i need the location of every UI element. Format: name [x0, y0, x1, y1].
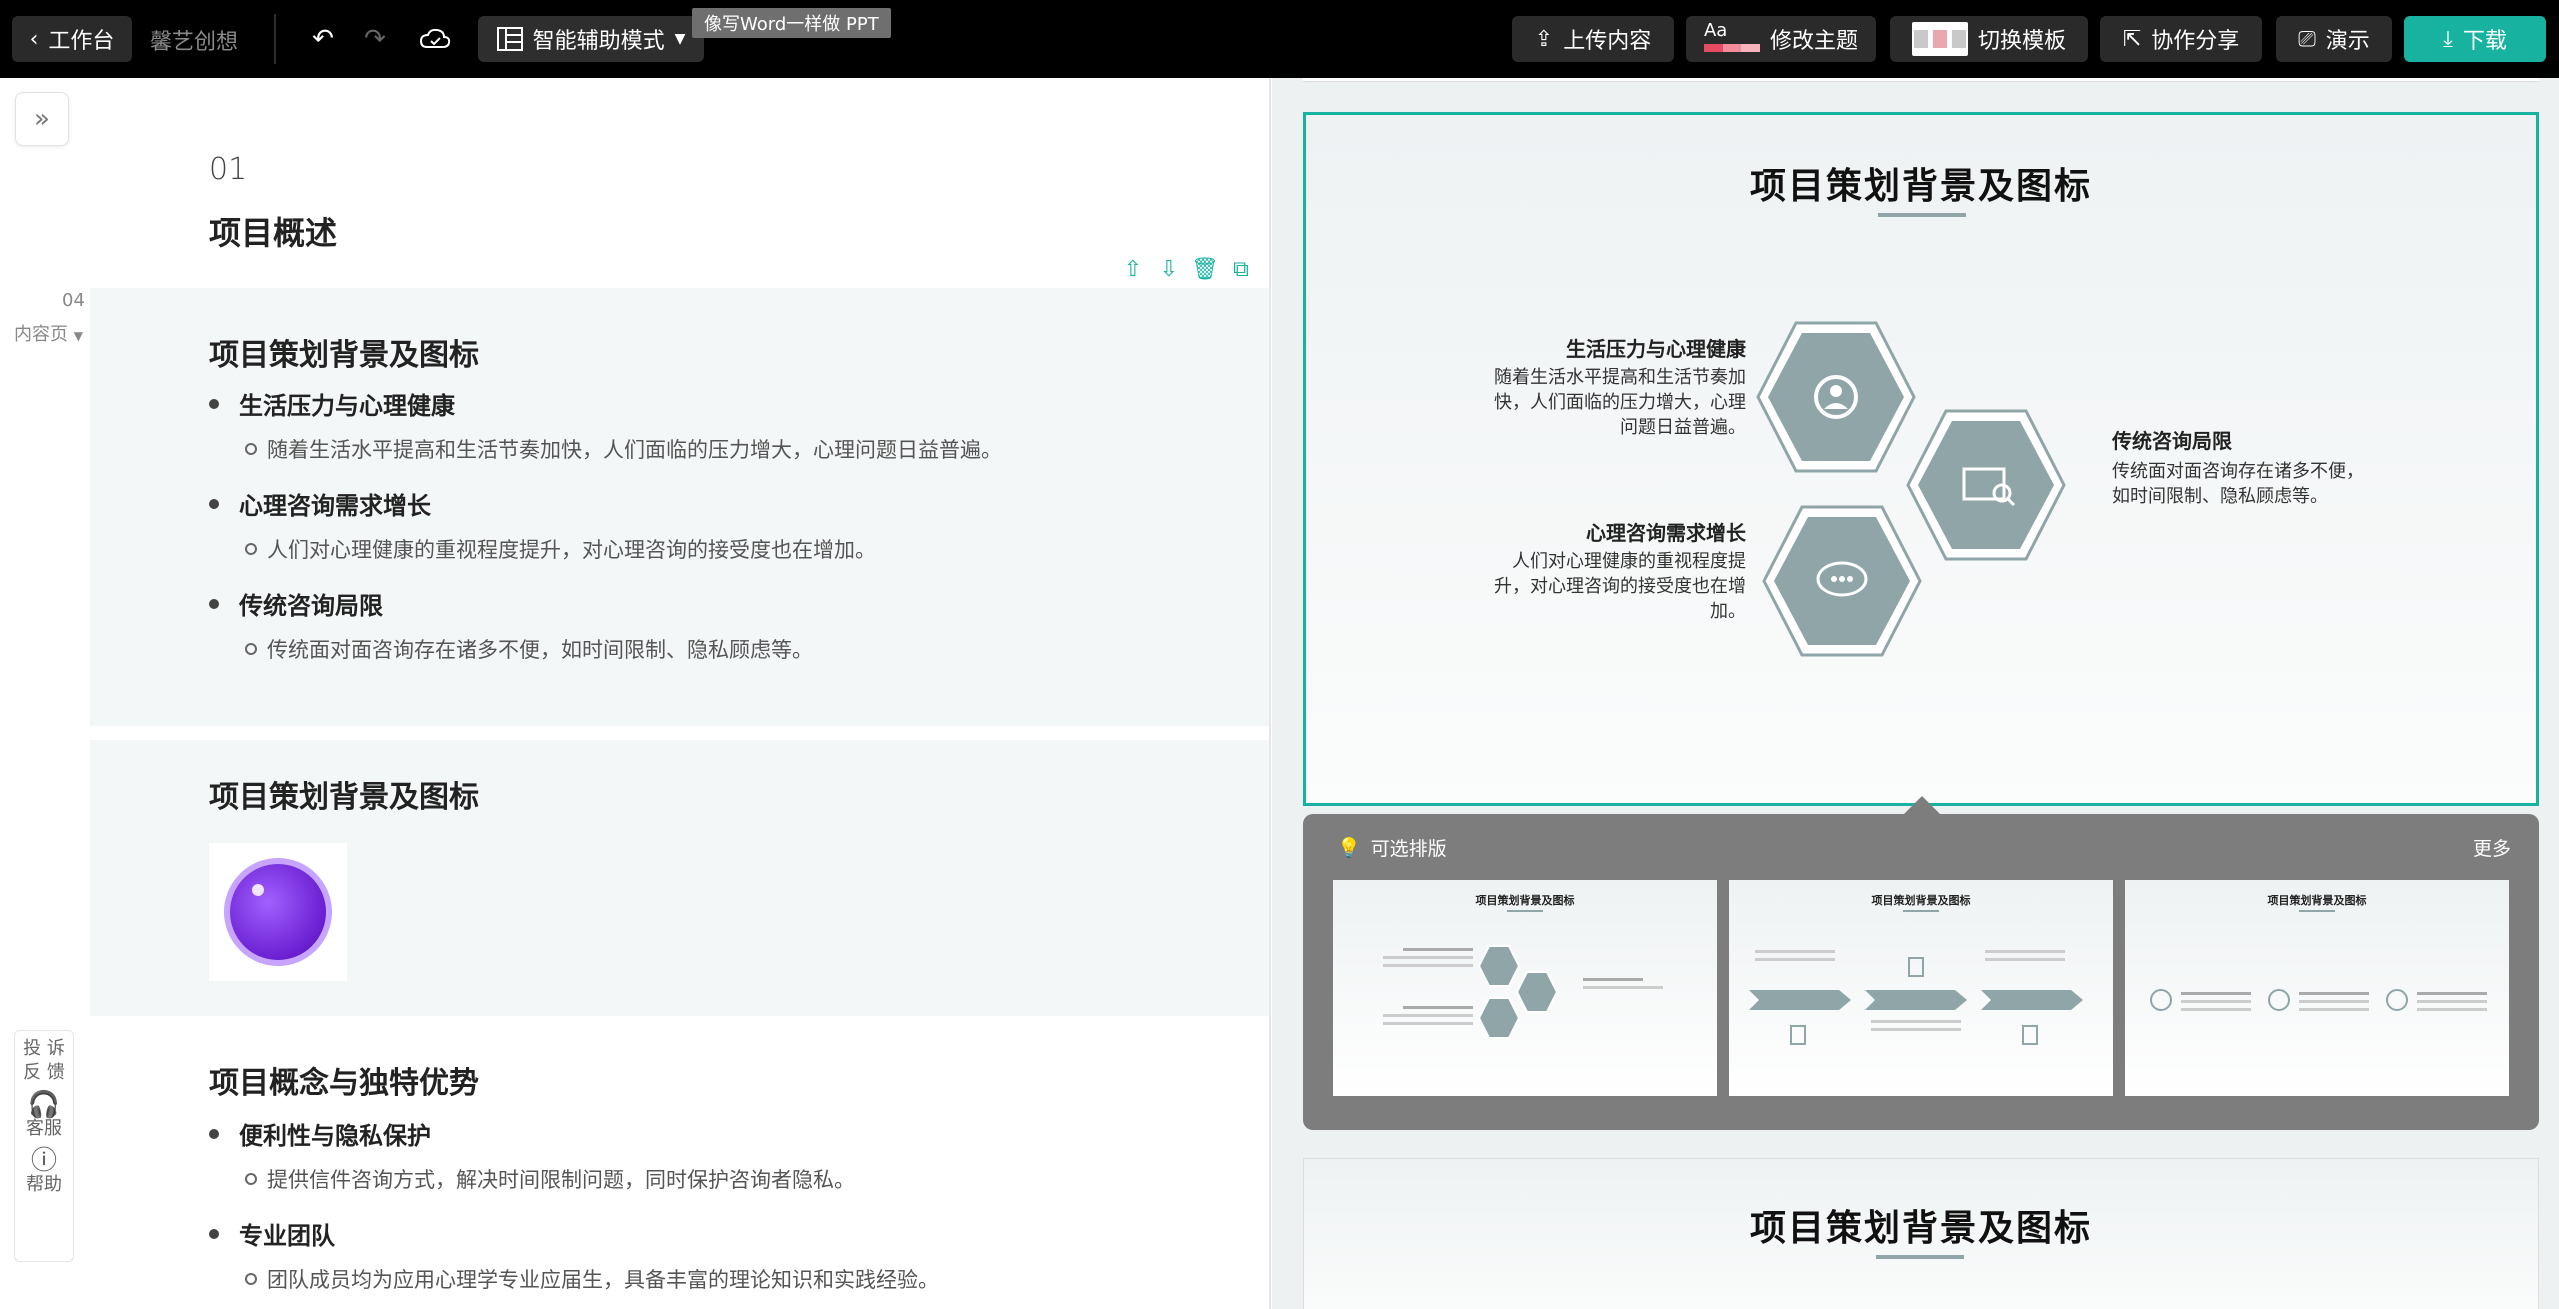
- layout-options-panel: 💡 可选排版 更多 项目策划背景及图标 项目策划背景及图标 项目策划背景及图标: [1303, 814, 2539, 1130]
- bullet-item[interactable]: 传统咨询局限: [209, 586, 383, 621]
- share-icon: ⇱: [2122, 26, 2142, 52]
- upload-content-button[interactable]: ⇪ 上传内容: [1512, 16, 1674, 62]
- double-chevron-right-icon: »: [34, 104, 50, 134]
- layout-option-arrows[interactable]: 项目策划背景及图标: [1729, 880, 2113, 1096]
- question-circle-icon: ⓘ: [30, 1146, 57, 1176]
- page-type-dropdown[interactable]: 内容页 ▼: [14, 320, 83, 346]
- section-title[interactable]: 项目概述: [209, 208, 337, 254]
- layout-header: 💡 可选排版: [1337, 837, 1447, 860]
- hexagon-chat-icon: [1762, 505, 1922, 657]
- move-up-icon[interactable]: ⇧: [1122, 257, 1144, 282]
- bullet-item[interactable]: 心理咨询需求增长: [209, 486, 431, 521]
- hexagon-people-icon: [1756, 321, 1916, 473]
- present-button[interactable]: ⎚ 演示: [2276, 16, 2392, 62]
- upload-icon: ⇪: [1534, 26, 1554, 52]
- assist-mode-dropdown[interactable]: 智能辅助模式 ▼: [478, 16, 704, 62]
- redo-icon[interactable]: ↷: [358, 22, 392, 56]
- bullet-item[interactable]: 生活压力与心理健康: [209, 386, 455, 421]
- duplicate-icon[interactable]: ⧉: [1230, 257, 1252, 282]
- layout-option-hexagon[interactable]: 项目策划背景及图标: [1333, 880, 1717, 1096]
- image-thumbnail[interactable]: [209, 843, 347, 981]
- lightbulb-icon: 💡: [1337, 837, 1361, 859]
- share-label: 协作分享: [2151, 29, 2240, 54]
- upload-label: 上传内容: [1563, 29, 1652, 54]
- template-thumbnail-icon: [1911, 22, 1968, 56]
- mode-tooltip: 像写Word一样做 PPT: [692, 8, 891, 38]
- sub-item[interactable]: 提供信件咨询方式，解决时间限制问题，同时保护咨询者隐私。: [245, 1164, 855, 1194]
- previous-slide-edge[interactable]: [1303, 78, 2539, 82]
- slide-item-title: 传统咨询局限: [2112, 429, 2232, 453]
- title-underline: [1876, 1255, 1964, 1259]
- slide-item-title: 心理咨询需求增长: [1586, 521, 1746, 545]
- current-slide[interactable]: 项目策划背景及图标 生活压力与心理健康 随着生活水平提高和生活节奏加 快，人们面临…: [1303, 112, 2539, 806]
- title-underline: [1878, 213, 1966, 217]
- slide-title: 项目策划背景及图标: [1749, 1208, 2092, 1249]
- popover-arrow: [1902, 796, 1942, 816]
- moon-image: [224, 858, 332, 966]
- expand-sidebar-button[interactable]: »: [15, 92, 69, 146]
- bullet-item[interactable]: 便利性与隐私保护: [209, 1116, 431, 1151]
- sub-item[interactable]: 随着生活水平提高和生活节奏加快，人们面临的压力增大，心理问题日益普遍。: [245, 434, 1002, 464]
- hexagon-search-doc-icon: [1906, 409, 2066, 561]
- document-name[interactable]: 馨艺创想: [150, 24, 238, 56]
- slide-item-text: 随着生活水平提高和生活节奏加 快，人们面临的压力增大，心理 问题日益普遍。: [1494, 367, 1746, 438]
- theme-swatch-icon: Aa: [1703, 22, 1760, 56]
- sub-item[interactable]: 团队成员均为应用心理学专业应届生，具备丰富的理论知识和实践经验。: [245, 1264, 939, 1294]
- sub-item[interactable]: 传统面对面咨询存在诸多不便，如时间限制、隐私顾虑等。: [245, 634, 813, 664]
- theme-label: 修改主题: [1769, 29, 1858, 54]
- present-icon: ⎚: [2298, 26, 2316, 52]
- headset-icon: 🎧: [27, 1090, 61, 1120]
- share-button[interactable]: ⇱ 协作分享: [2100, 16, 2262, 62]
- move-down-icon[interactable]: ⇩: [1158, 257, 1180, 282]
- divider: [274, 14, 276, 64]
- download-icon: ⤓: [2443, 26, 2453, 52]
- back-to-workbench-button[interactable]: ‹ 工作台: [12, 16, 132, 62]
- back-label: 工作台: [48, 29, 115, 54]
- bullet-item[interactable]: 专业团队: [209, 1216, 335, 1251]
- chevron-left-icon: ‹: [29, 26, 39, 52]
- caret-down-icon: ▼: [73, 329, 83, 343]
- layout-icon: [496, 27, 523, 51]
- assist-mode-label: 智能辅助模式: [532, 29, 665, 54]
- help-toolbar: 投 诉反 馈 🎧 客服 ⓘ 帮助: [14, 1030, 74, 1262]
- download-label: 下载: [2462, 29, 2507, 54]
- block-title[interactable]: 项目概念与独特优势: [209, 1058, 479, 1102]
- undo-icon[interactable]: ↶: [306, 22, 340, 56]
- cloud-sync-icon[interactable]: [418, 22, 452, 56]
- delete-icon[interactable]: 🗑: [1191, 257, 1219, 282]
- page-number: 04: [62, 290, 85, 311]
- present-label: 演示: [2325, 29, 2370, 54]
- caret-down-icon: ▼: [674, 31, 686, 47]
- change-theme-button[interactable]: Aa 修改主题: [1686, 16, 1876, 62]
- switch-template-button[interactable]: 切换模板: [1890, 16, 2088, 62]
- more-layouts-link[interactable]: 更多: [2473, 834, 2511, 861]
- next-slide[interactable]: 项目策划背景及图标: [1303, 1158, 2539, 1309]
- panel-splitter[interactable]: [1269, 78, 1271, 1309]
- top-bar: ‹ 工作台 馨艺创想 ↶ ↷ 智能辅助模式 ▼ 像写Word一样做 PPT ⇪ …: [0, 0, 2559, 78]
- sub-item[interactable]: 人们对心理健康的重视程度提升，对心理咨询的接受度也在增加。: [245, 534, 876, 564]
- download-button[interactable]: ⤓ 下载: [2404, 16, 2546, 62]
- block-toolbar: ⇧ ⇩ 🗑 ⧉: [1122, 257, 1252, 282]
- slide-item-text: 传统面对面咨询存在诸多不便， 如时间限制、隐私顾虑等。: [2112, 461, 2364, 507]
- customer-service-button[interactable]: 🎧 客服: [26, 1090, 62, 1141]
- template-label: 切换模板: [1977, 29, 2066, 54]
- block-title[interactable]: 项目策划背景及图标: [209, 772, 479, 816]
- section-number: 01: [209, 152, 248, 187]
- complaint-feedback-button[interactable]: 投 诉反 馈: [23, 1037, 65, 1085]
- slide-item-text: 人们对心理健康的重视程度提 升，对心理咨询的接受度也在增 加。: [1494, 551, 1746, 622]
- layout-option-circles[interactable]: 项目策划背景及图标: [2125, 880, 2509, 1096]
- slide-item-title: 生活压力与心理健康: [1566, 337, 1746, 361]
- block-title[interactable]: 项目策划背景及图标: [209, 330, 479, 374]
- help-button[interactable]: ⓘ 帮助: [26, 1146, 62, 1197]
- slide-title: 项目策划背景及图标: [1749, 166, 2092, 207]
